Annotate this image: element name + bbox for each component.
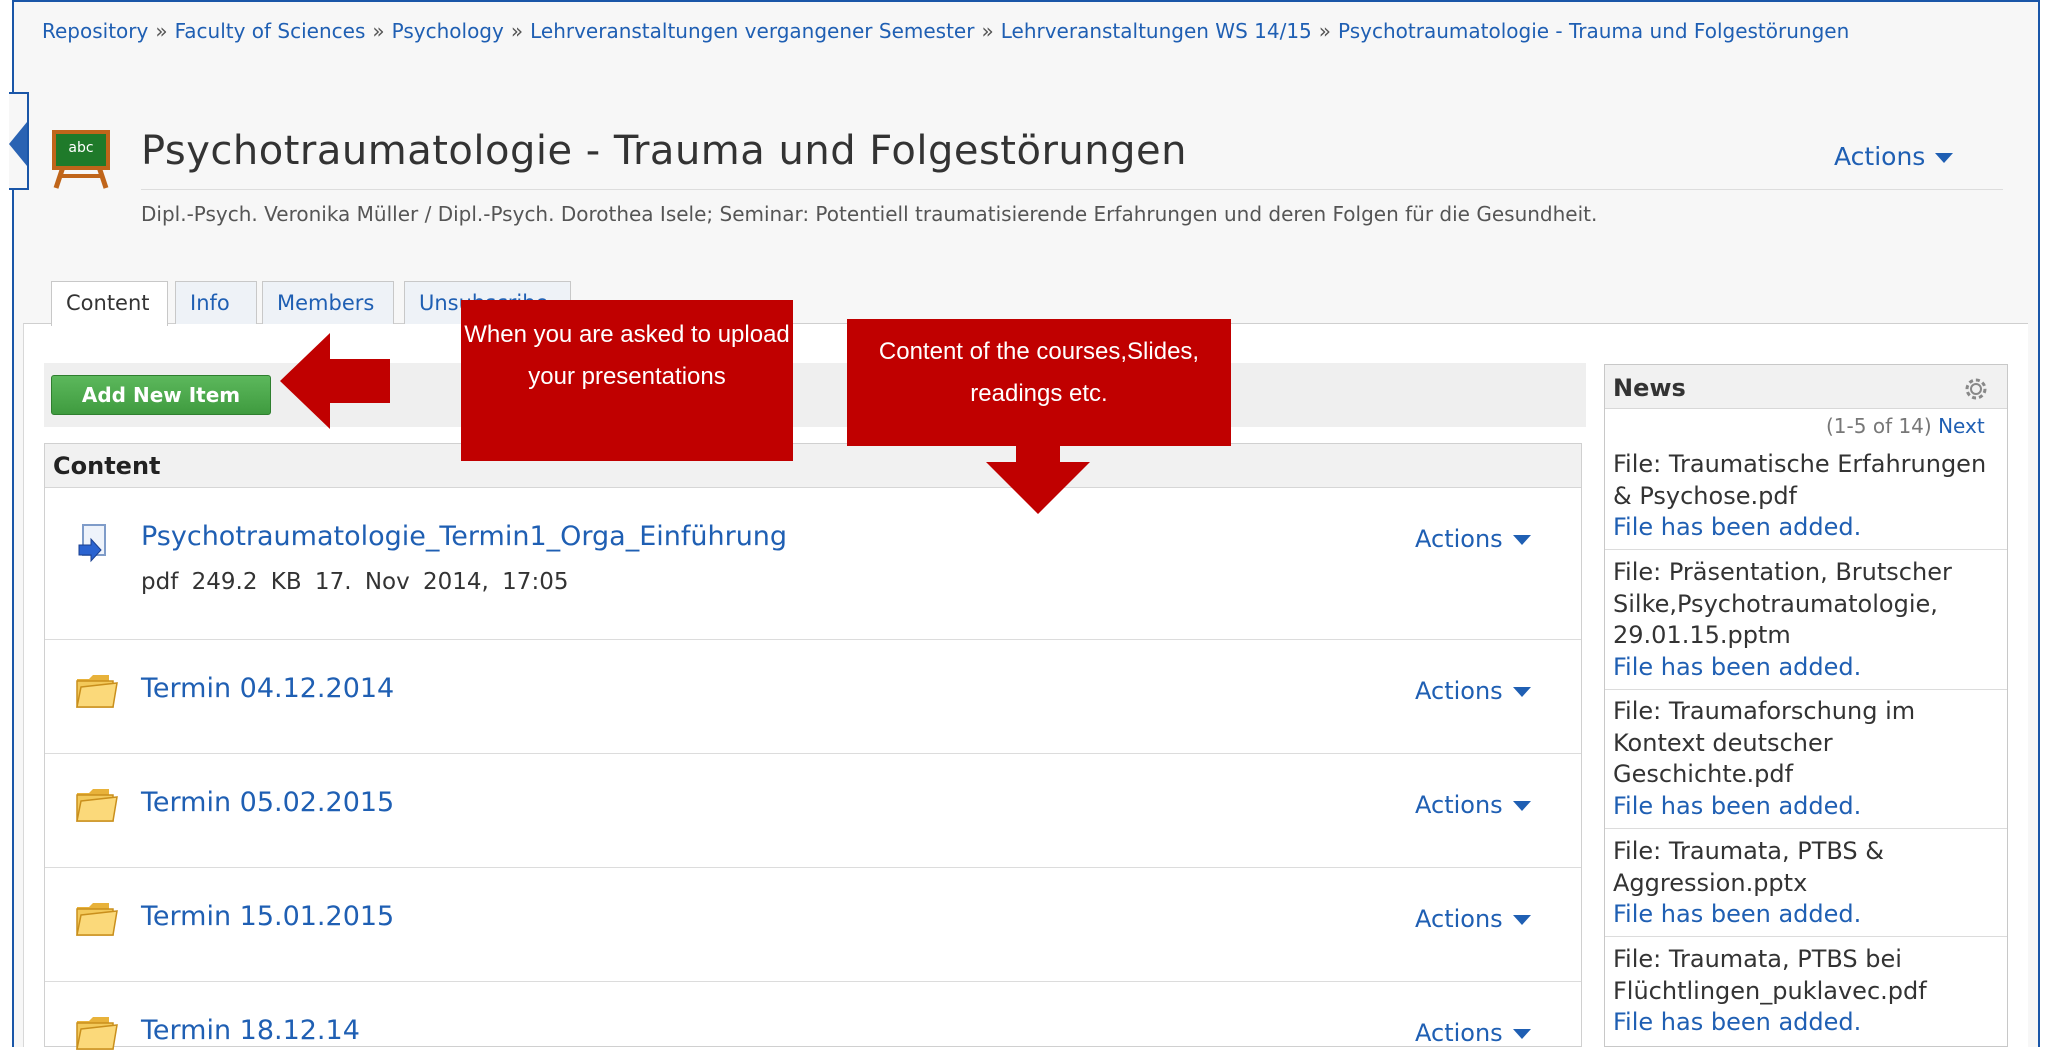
list-item: Termin 18.12.14 Actions (45, 982, 1581, 1050)
item-link[interactable]: Termin 15.01.2015 (141, 901, 394, 932)
chevron-down-icon (1512, 1029, 1531, 1039)
tab-members[interactable]: Members (262, 281, 394, 324)
breadcrumb-separator: » (1318, 19, 1332, 43)
item-actions-label: Actions (1415, 905, 1503, 933)
item-actions-menu[interactable]: Actions (1415, 677, 1531, 705)
chevron-down-icon (1512, 915, 1531, 925)
content-callout: Content of the courses,Slides, readings … (847, 319, 1231, 446)
add-new-item-button[interactable]: Add New Item (51, 375, 271, 415)
item-link[interactable]: Termin 04.12.2014 (141, 673, 394, 704)
news-item-title: File: Traumaforschung im Kontext deutsch… (1613, 697, 1916, 788)
tab-content[interactable]: Content (51, 281, 168, 326)
course-actions-label: Actions (1834, 142, 1926, 171)
news-item-status: File has been added. (1613, 513, 1862, 541)
course-description: Dipl.-Psych. Veronika Müller / Dipl.-Psy… (141, 202, 1598, 226)
list-item: Psychotraumatologie_Termin1_Orga_Einführ… (45, 489, 1581, 640)
tab-info[interactable]: Info (175, 281, 257, 324)
folder-icon (76, 903, 118, 936)
news-next-link[interactable]: Next (1938, 414, 1985, 438)
item-link[interactable]: Termin 05.02.2015 (141, 787, 394, 818)
breadcrumb-separator: » (510, 19, 524, 43)
item-actions-menu[interactable]: Actions (1415, 791, 1531, 819)
news-item[interactable]: File: Präsentation, Brutscher Silke,Psyc… (1605, 557, 2007, 690)
folder-icon (76, 1017, 118, 1050)
breadcrumb-separator: » (981, 19, 994, 43)
content-list-header: Content (45, 444, 1581, 488)
list-item: Termin 04.12.2014 Actions (45, 640, 1581, 754)
item-actions-label: Actions (1415, 1019, 1503, 1047)
breadcrumb-faculty[interactable]: Faculty of Sciences (175, 19, 366, 43)
news-item-title: File: Traumata, PTBS & Aggression.pptx (1613, 837, 1885, 897)
page-title: Psychotraumatologie - Trauma und Folgest… (141, 128, 1187, 174)
news-item[interactable]: File: Traumatische Erfahrungen & Psychos… (1605, 449, 2007, 550)
left-arrow-annotation-icon (280, 333, 390, 429)
folder-icon (76, 675, 118, 708)
collapse-arrow-icon (9, 122, 27, 166)
upload-callout: When you are asked to upload your presen… (461, 300, 793, 461)
title-divider (141, 189, 2003, 190)
down-arrow-annotation-icon (986, 440, 1090, 514)
chalkboard-text: abc (68, 140, 93, 156)
folder-icon (76, 789, 118, 822)
chevron-down-icon (1512, 801, 1531, 811)
item-actions-menu[interactable]: Actions (1415, 1019, 1531, 1047)
breadcrumb-ws-14-15[interactable]: Lehrveranstaltungen WS 14/15 (1001, 19, 1312, 43)
chevron-down-icon (1935, 153, 1954, 163)
breadcrumb-current-course[interactable]: Psychotraumatologie - Trauma und Folgest… (1338, 19, 1849, 43)
news-item-title: File: Präsentation, Brutscher Silke,Psyc… (1613, 558, 1952, 649)
item-actions-label: Actions (1415, 791, 1503, 819)
gear-icon[interactable] (1962, 375, 1990, 403)
chevron-down-icon (1512, 535, 1531, 545)
news-item-title: File: Traumata, PTBS bei Flüchtlingen_pu… (1613, 945, 1927, 1005)
breadcrumb-past-semesters[interactable]: Lehrveranstaltungen vergangener Semester (530, 19, 974, 43)
content-toolbar (44, 363, 1586, 427)
item-actions-menu[interactable]: Actions (1415, 905, 1531, 933)
news-item-title: File: Traumatische Erfahrungen & Psychos… (1613, 450, 1987, 510)
pdf-download-icon (78, 524, 106, 563)
breadcrumb-separator: » (372, 19, 385, 43)
item-link[interactable]: Termin 18.12.14 (141, 1015, 360, 1046)
news-item[interactable]: File: Traumata, PTBS bei Flüchtlingen_pu… (1605, 944, 2007, 1045)
news-item-status: File has been added. (1613, 1008, 1862, 1036)
chalkboard-easel-icon: abc (52, 130, 110, 189)
news-pagination: (1-5 of 14) Next (1826, 414, 1985, 438)
breadcrumb-repository[interactable]: Repository (42, 19, 148, 43)
sidebar-toggle[interactable] (9, 92, 29, 190)
news-item[interactable]: File: Traumaforschung im Kontext deutsch… (1605, 696, 2007, 829)
news-item[interactable]: File: Traumata, PTBS & Aggression.pptx F… (1605, 836, 2007, 937)
item-actions-label: Actions (1415, 677, 1503, 705)
chevron-down-icon (1512, 687, 1531, 697)
item-actions-menu[interactable]: Actions (1415, 525, 1531, 553)
list-item: Termin 05.02.2015 Actions (45, 754, 1581, 868)
news-count: (1-5 of 14) (1826, 414, 1932, 438)
list-item: Termin 15.01.2015 Actions (45, 868, 1581, 982)
item-metadata: pdf 249.2 KB 17. Nov 2014, 17:05 (141, 569, 569, 595)
breadcrumb-separator: » (155, 19, 168, 43)
news-item-status: File has been added. (1613, 900, 1862, 928)
item-actions-label: Actions (1415, 525, 1503, 553)
breadcrumb: Repository» Faculty of Sciences» Psycholog… (42, 18, 1962, 45)
item-link[interactable]: Psychotraumatologie_Termin1_Orga_Einführ… (141, 521, 787, 552)
breadcrumb-psychology[interactable]: Psychology (392, 19, 504, 43)
news-title: News (1613, 374, 1686, 402)
course-actions-menu[interactable]: Actions (1834, 142, 1954, 171)
news-item-status: File has been added. (1613, 652, 1862, 681)
news-item-status: File has been added. (1613, 791, 1862, 820)
